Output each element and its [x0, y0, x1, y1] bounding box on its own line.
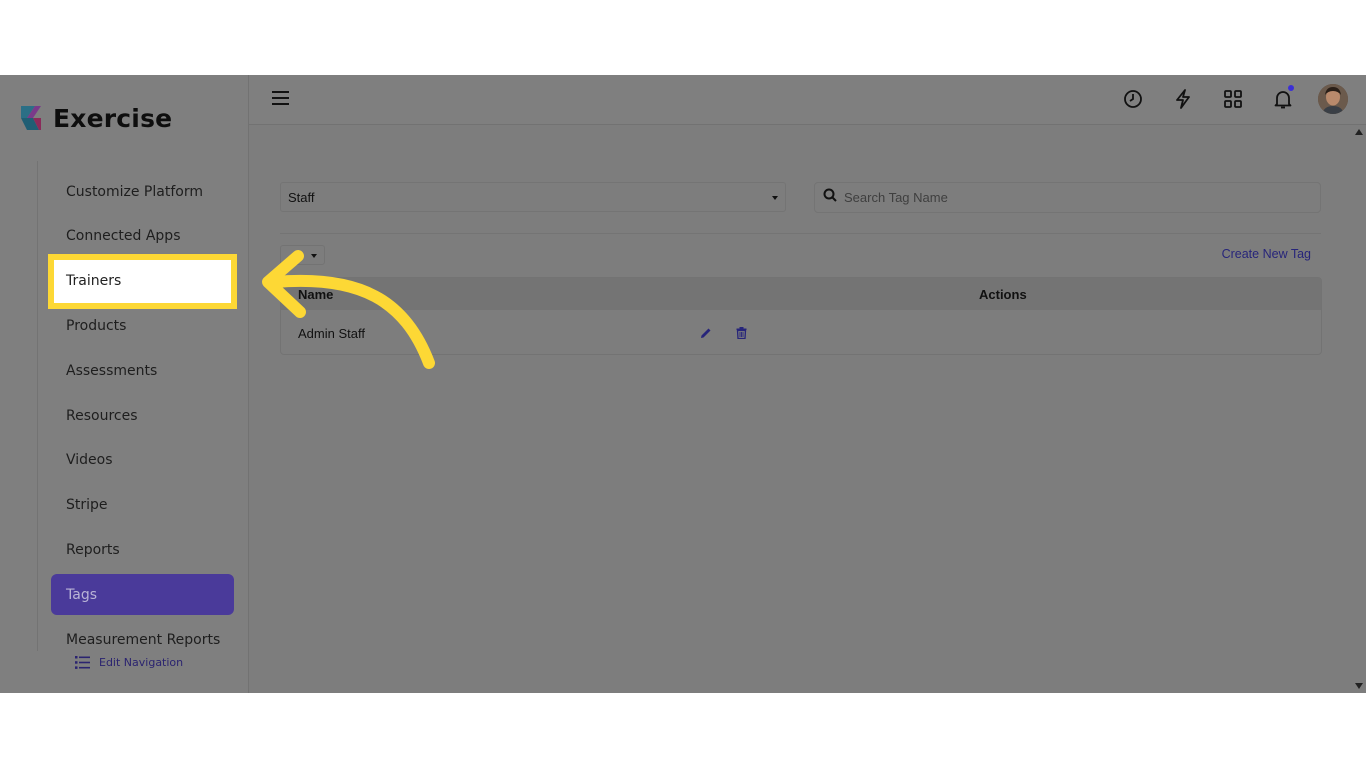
tag-name-cell: Admin Staff: [298, 326, 365, 341]
sidebar-item-assessments[interactable]: Assessments: [51, 350, 234, 391]
hamburger-menu-icon[interactable]: [272, 90, 290, 106]
table-header: Name Actions: [281, 278, 1321, 310]
topbar: [249, 75, 1366, 125]
notification-dot: [1288, 85, 1294, 91]
edit-navigation-link[interactable]: Edit Navigation: [75, 656, 183, 669]
sidebar: Exercise Customize Platform Connected Ap…: [0, 75, 249, 693]
sidebar-item-resources[interactable]: Resources: [51, 395, 234, 436]
sidebar-item-stripe[interactable]: Stripe: [51, 485, 234, 526]
nav-divider-line: [37, 161, 38, 651]
edit-icon[interactable]: [700, 326, 712, 344]
sidebar-item-trainers[interactable]: Trainers: [48, 253, 237, 309]
sidebar-item-customize-platform[interactable]: Customize Platform: [51, 171, 234, 212]
tags-table: Name Actions Admin Staff: [280, 277, 1322, 355]
create-new-tag-link[interactable]: Create New Tag: [1222, 247, 1311, 261]
bell-icon[interactable]: [1268, 84, 1298, 114]
caret-down-icon: [772, 196, 778, 200]
avatar[interactable]: [1318, 84, 1348, 114]
sidebar-item-products[interactable]: Products: [51, 306, 234, 347]
bolt-icon[interactable]: [1168, 84, 1198, 114]
delete-icon[interactable]: [736, 326, 747, 344]
search-input[interactable]: [842, 189, 1286, 206]
main-content: Staff Create New Tag Name Actions Ad: [249, 125, 1354, 693]
search-icon: [823, 188, 837, 207]
sidebar-item-reports[interactable]: Reports: [51, 530, 234, 571]
app-window: Exercise Customize Platform Connected Ap…: [0, 75, 1366, 693]
sidebar-nav: Customize Platform Connected Apps Traine…: [48, 171, 237, 664]
sidebar-item-videos[interactable]: Videos: [51, 440, 234, 481]
topbar-icons: [1098, 84, 1348, 114]
sidebar-item-measurement-reports[interactable]: Measurement Reports: [51, 619, 234, 660]
edit-navigation-label: Edit Navigation: [99, 656, 184, 669]
brand-name: Exercise: [53, 103, 173, 133]
tag-type-select[interactable]: Staff: [280, 182, 786, 212]
table-row: Admin Staff: [281, 310, 1321, 354]
column-header-name[interactable]: Name: [298, 287, 333, 302]
section-divider: [280, 233, 1321, 234]
scroll-down-arrow-icon[interactable]: [1355, 683, 1363, 689]
sidebar-item-connected-apps[interactable]: Connected Apps: [51, 216, 234, 257]
caret-down-icon: [311, 254, 317, 258]
brand[interactable]: Exercise: [17, 103, 172, 133]
apps-grid-icon[interactable]: [1218, 84, 1248, 114]
sidebar-item-tags[interactable]: Tags: [51, 574, 234, 616]
search-field[interactable]: [814, 182, 1321, 213]
brand-logo-icon: [21, 106, 41, 130]
column-header-actions: Actions: [979, 287, 1027, 302]
tag-type-select-value: Staff: [288, 189, 315, 205]
page-size-select[interactable]: [280, 245, 325, 265]
history-icon[interactable]: [1118, 84, 1148, 114]
scroll-up-arrow-icon[interactable]: [1355, 129, 1363, 135]
list-icon: [75, 656, 90, 669]
